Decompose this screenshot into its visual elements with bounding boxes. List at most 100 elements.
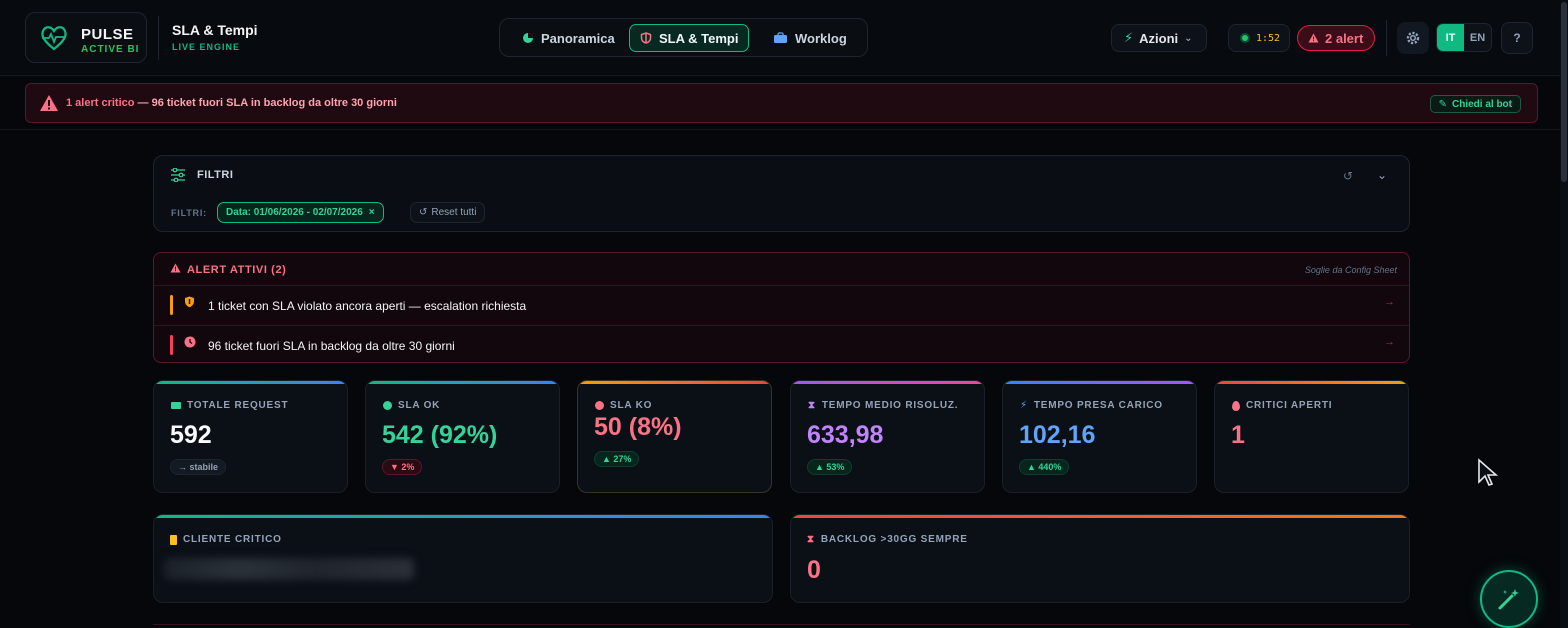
tab-panoramica[interactable]: Panoramica: [512, 24, 625, 52]
tab-worklog[interactable]: Worklog: [763, 24, 857, 52]
kpi-value: 633,98: [807, 421, 884, 449]
timer-value: 1:52: [1256, 32, 1281, 44]
card-accent: [791, 515, 1409, 518]
actions-menu-button[interactable]: ⚡ Azioni ⌄: [1111, 24, 1207, 52]
kpi-label: SLA KO: [595, 400, 652, 411]
divider: [1386, 20, 1387, 56]
card-label: CLIENTE CRITICO: [170, 534, 282, 545]
undo-icon[interactable]: ↺: [1343, 169, 1353, 183]
banner-text: 1 alert critico — 96 ticket fuori SLA in…: [66, 97, 397, 109]
magic-assistant-button[interactable]: [1480, 570, 1538, 628]
language-switch: IT EN: [1436, 23, 1492, 52]
active-alerts-panel: ALERT ATTIVI (2) Soglie da Config Sheet …: [153, 252, 1410, 363]
kpi-value: 50 (8%): [594, 413, 682, 441]
warning-icon: [170, 263, 181, 273]
alerts-source: Soglie da Config Sheet: [1304, 265, 1397, 275]
kpi-total-requests[interactable]: TOTALE REQUEST 592 → stabile: [153, 380, 348, 493]
reset-filters-button[interactable]: ↺ Reset tutti: [410, 202, 486, 223]
settings-button[interactable]: [1397, 22, 1429, 54]
ticket-icon: [171, 402, 181, 409]
backlog-value: 0: [807, 556, 821, 584]
brand-subtitle: ACTIVE BI: [81, 44, 140, 55]
lang-en-button[interactable]: EN: [1464, 24, 1491, 51]
kpi-sla-ok[interactable]: SLA OK 542 (92%) ▼ 2%: [365, 380, 560, 493]
kpi-trend-badge: ▲ 53%: [807, 459, 853, 475]
kpi-value: 592: [170, 421, 212, 449]
backlog-card[interactable]: ⧗ BACKLOG >30GG SEMPRE 0: [790, 514, 1410, 603]
kpi-take-charge-time[interactable]: ⚡ TEMPO PRESA CARICO 102,16 ▲ 440%: [1002, 380, 1197, 493]
reset-label: Reset tutti: [431, 207, 477, 218]
kpi-value: 542 (92%): [382, 421, 498, 449]
alerts-header: ALERT ATTIVI (2) Soglie da Config Sheet: [154, 253, 1409, 286]
filters-panel: FILTRI ↺ ⌄ FILTRI: Data: 01/06/2026 - 02…: [153, 155, 1410, 232]
kpi-trend-badge: ▼ 2%: [382, 459, 423, 475]
page-heading: SLA & Tempi LIVE ENGINE: [172, 22, 258, 52]
hourglass-icon: ⧗: [807, 534, 815, 545]
help-button[interactable]: ?: [1501, 22, 1533, 54]
kpi-label-text: SLA OK: [398, 400, 441, 411]
severity-bar: [170, 295, 173, 315]
banner-prefix: 1 alert critico: [66, 97, 135, 109]
building-icon: [170, 534, 177, 545]
page-scrollbar[interactable]: [1560, 0, 1568, 628]
kpi-label-text: TOTALE REQUEST: [187, 400, 289, 411]
card-accent: [578, 381, 771, 384]
sliders-icon: [171, 168, 185, 182]
alerts-title: ALERT ATTIVI (2): [187, 264, 287, 276]
refresh-timer[interactable]: 1:52: [1228, 24, 1290, 52]
bolt-icon: ⚡: [1124, 30, 1134, 45]
nav-tabs: Panoramica SLA & Tempi Worklog: [499, 18, 868, 57]
kpi-label: SLA OK: [383, 400, 440, 411]
warning-icon: [1308, 33, 1319, 43]
date-filter-chip[interactable]: Data: 01/06/2026 - 02/07/2026 ×: [217, 202, 384, 223]
warning-icon: [40, 95, 58, 111]
kpi-avg-resolution-time[interactable]: ⧗ TEMPO MEDIO RISOLUZ. 633,98 ▲ 53%: [790, 380, 985, 493]
critical-client-card[interactable]: CLIENTE CRITICO: [153, 514, 773, 603]
arrow-right-icon[interactable]: →: [1384, 296, 1395, 308]
alert-text: 96 ticket fuori SLA in backlog da oltre …: [208, 339, 455, 353]
next-section-edge: [153, 624, 1410, 628]
kpi-label-text: CRITICI APERTI: [1246, 400, 1333, 411]
card-accent: [366, 381, 559, 384]
alerts-button[interactable]: 2 alert: [1297, 25, 1375, 51]
page-title: SLA & Tempi: [172, 22, 258, 38]
chevron-down-icon[interactable]: ⌄: [1377, 168, 1387, 182]
kpi-label-text: SLA KO: [610, 400, 653, 411]
actions-label: Azioni: [1139, 30, 1179, 46]
kpi-critical-open[interactable]: CRITICI APERTI 1: [1214, 380, 1409, 493]
top-bar: PULSE ACTIVE BI SLA & Tempi LIVE ENGINE …: [0, 0, 1560, 76]
alert-item[interactable]: 96 ticket fuori SLA in backlog da oltre …: [154, 325, 1409, 362]
date-filter-label: Data: 01/06/2026 - 02/07/2026: [226, 207, 363, 218]
kpi-trend-badge: → stabile: [170, 459, 227, 475]
page-subtitle: LIVE ENGINE: [172, 42, 241, 52]
kpi-sla-ko[interactable]: SLA KO 50 (8%) ▲ 27%: [577, 380, 772, 493]
alert-item[interactable]: 1 ticket con SLA violato ancora aperti —…: [154, 286, 1409, 324]
flame-icon: [1232, 400, 1240, 411]
lang-it-button[interactable]: IT: [1437, 24, 1464, 51]
magic-wand-icon: [1498, 589, 1519, 610]
arrow-right-icon[interactable]: →: [1384, 336, 1395, 348]
brand-logo[interactable]: PULSE ACTIVE BI: [25, 12, 147, 63]
redacted-client-name: [164, 558, 414, 580]
ask-bot-button[interactable]: ✎ Chiedi al bot: [1429, 95, 1521, 113]
kpi-label: ⧗ TEMPO MEDIO RISOLUZ.: [808, 400, 958, 411]
brand-name: PULSE: [81, 26, 134, 43]
shield-icon: [185, 296, 194, 308]
kpi-label: TOTALE REQUEST: [171, 400, 288, 411]
kpi-value: 102,16: [1019, 421, 1096, 449]
scrollbar-thumb[interactable]: [1561, 2, 1567, 182]
alert-text: 1 ticket con SLA violato ancora aperti —…: [208, 299, 527, 313]
card-accent: [154, 381, 347, 384]
tab-sla-tempi[interactable]: SLA & Tempi: [629, 24, 750, 52]
tab-label: SLA & Tempi: [659, 30, 739, 46]
divider: [158, 16, 159, 60]
divider: [0, 129, 1560, 130]
ask-bot-label: Chiedi al bot: [1452, 98, 1512, 110]
live-status-icon: [1240, 33, 1250, 43]
banner-message: — 96 ticket fuori SLA in backlog da oltr…: [134, 97, 397, 109]
alerts-count: 2 alert: [1325, 30, 1364, 46]
kpi-trend-badge: ▲ 27%: [594, 451, 640, 467]
kpi-label: CRITICI APERTI: [1232, 400, 1332, 411]
card-accent: [154, 515, 772, 518]
close-icon[interactable]: ×: [369, 207, 375, 218]
